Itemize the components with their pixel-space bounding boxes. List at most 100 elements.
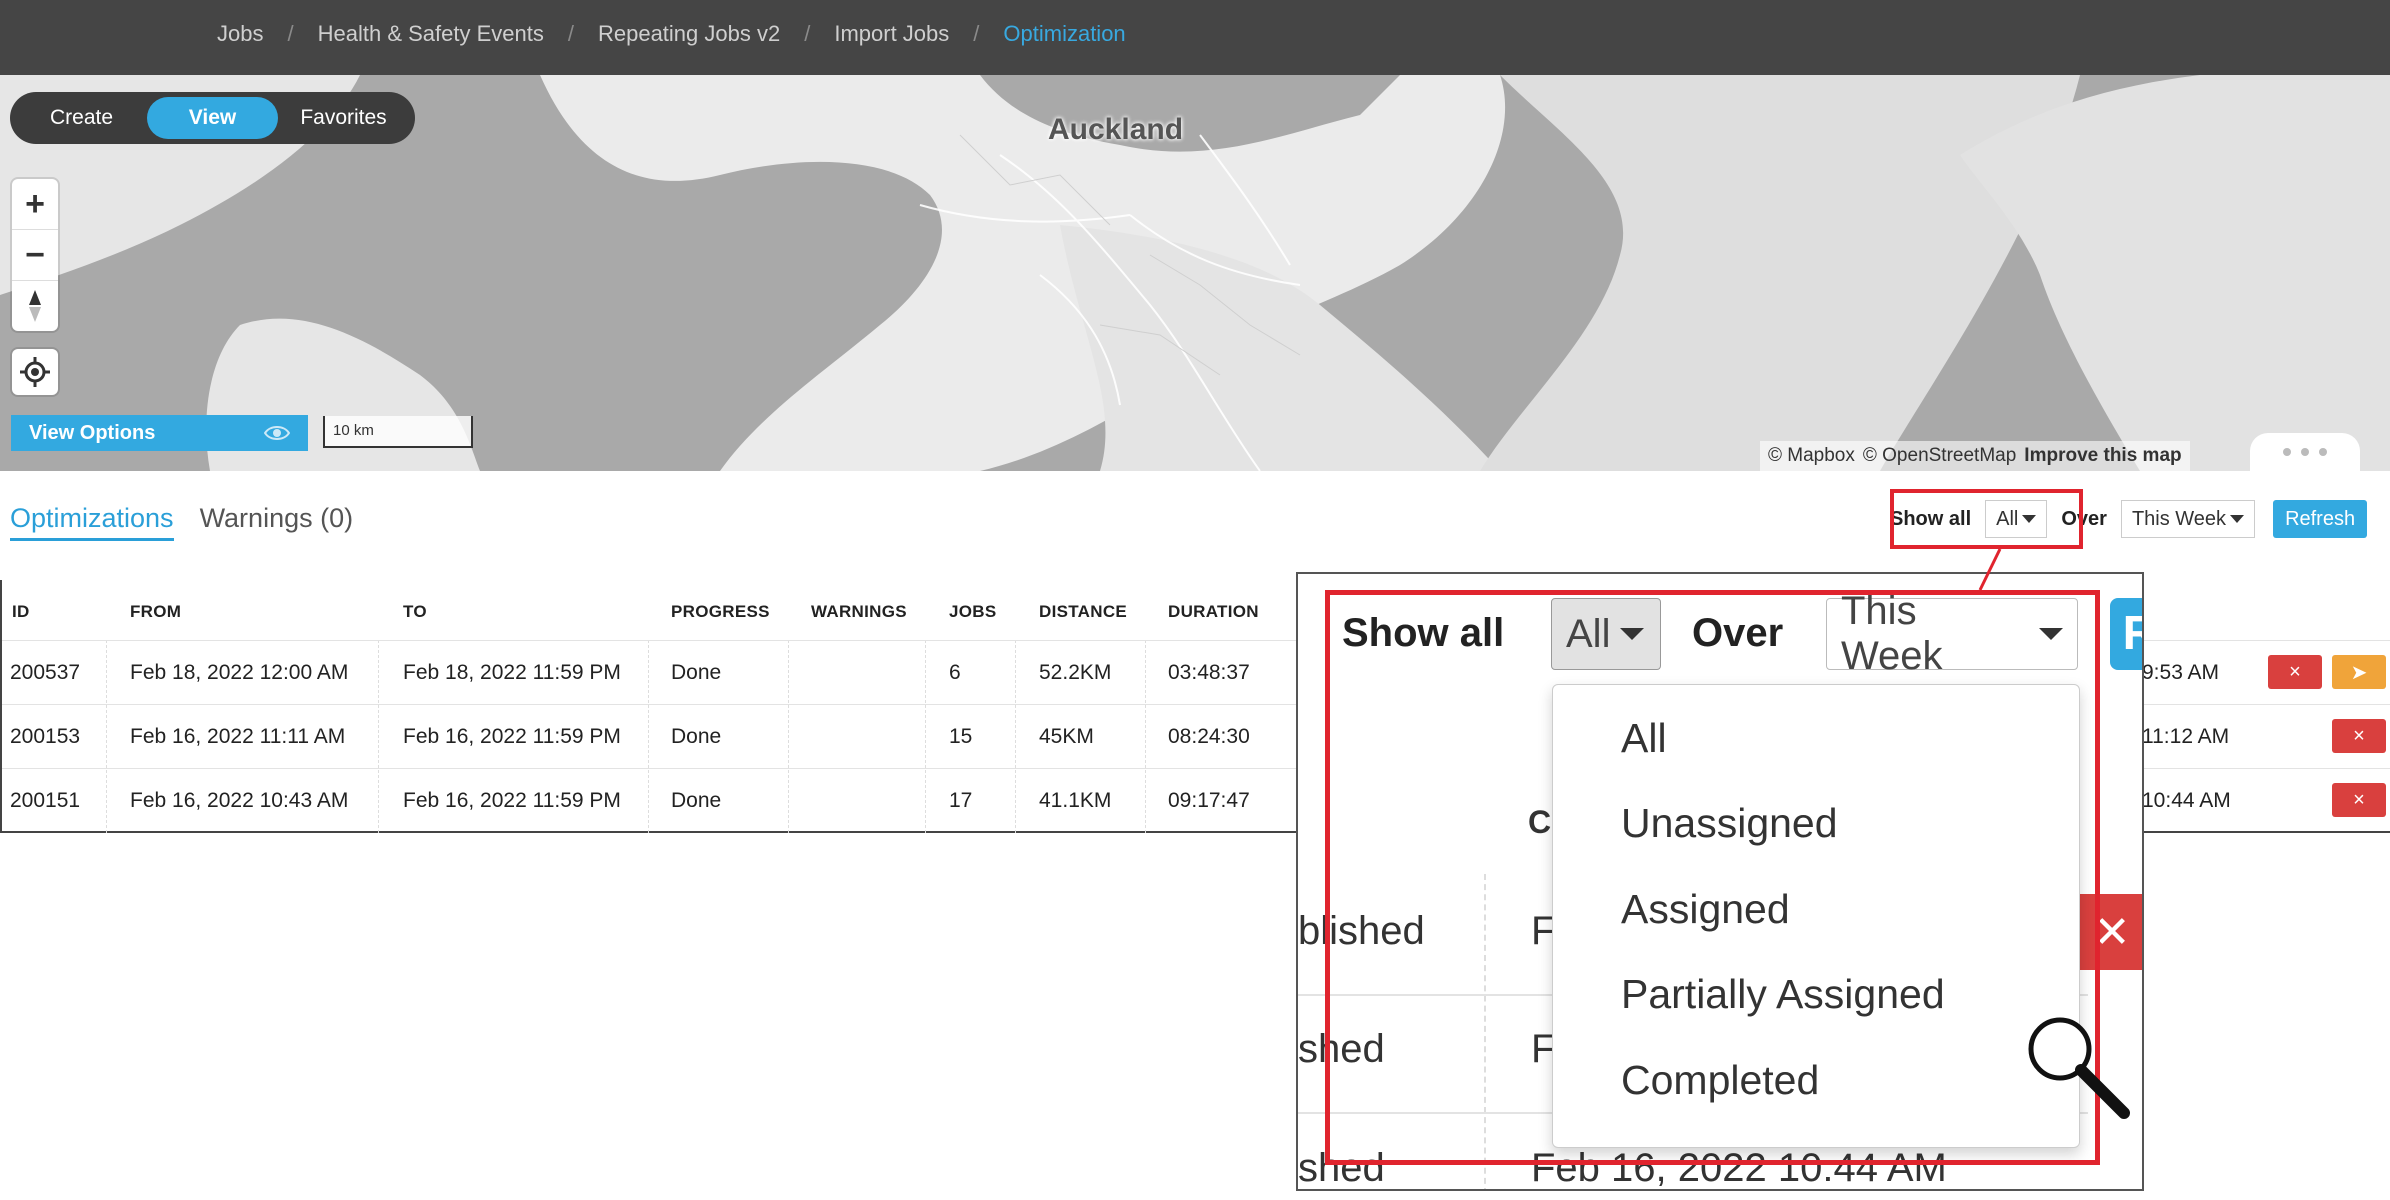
breadcrumb-optimization[interactable]: Optimization [1003, 21, 1125, 47]
dot-icon [2301, 448, 2309, 456]
caret-down-icon [1620, 628, 1645, 640]
callout-column-divider [1484, 874, 1486, 1189]
refresh-button[interactable]: Refresh [2273, 500, 2368, 538]
attribution-osm-link[interactable]: © OpenStreetMap [1863, 445, 2016, 467]
dropdown-option-completed[interactable]: Completed [1621, 1057, 1819, 1104]
callout-column-header: C [1528, 804, 1552, 840]
show-all-label: Show all [1890, 507, 1972, 530]
tab-optimizations[interactable]: Optimizations [10, 503, 174, 541]
mode-toggle: Create View Favorites [10, 92, 415, 144]
map-view[interactable]: Auckland Create View Favorites + − View … [0, 75, 2390, 471]
period-select[interactable]: This Week [2120, 500, 2256, 538]
callout-row-date: Feb 16, 2022 10:44 AM [1531, 1146, 1947, 1190]
map-zoom-controls: + − [12, 179, 58, 331]
tab-warnings[interactable]: Warnings (0) [200, 503, 354, 541]
caret-down-icon [2039, 628, 2063, 640]
breadcrumb-separator: / [973, 21, 980, 46]
breadcrumb-separator: / [567, 21, 574, 46]
geolocate-icon [20, 357, 50, 387]
column-header-from[interactable]: FROM [130, 602, 181, 622]
cell-to: Feb 16, 2022 11:59 PM [403, 725, 621, 748]
favorites-mode-button[interactable]: Favorites [278, 97, 409, 139]
callout-refresh-label: R [2110, 606, 2142, 661]
cell-created-time: 9:53 AM [2142, 661, 2220, 684]
result-tabs: Optimizations Warnings (0) [10, 503, 353, 541]
map-attribution: © Mapbox © OpenStreetMap Improve this ma… [1760, 441, 2190, 471]
callout-show-filter-value: All [1566, 611, 1611, 656]
delete-button[interactable]: × [2332, 783, 2386, 817]
publish-button[interactable]: ➤ [2332, 655, 2386, 689]
over-label: Over [2061, 507, 2107, 530]
cell-to: Feb 16, 2022 11:59 PM [403, 789, 621, 812]
breadcrumb-separator: / [804, 21, 811, 46]
cell-id: 200153 [10, 725, 81, 748]
cell-duration: 09:17:47 [1168, 789, 1250, 812]
view-options-button[interactable]: View Options [11, 415, 308, 451]
show-filter-value: All [1996, 507, 2019, 530]
compass-icon [29, 290, 41, 322]
callout-period-select[interactable]: This Week [1826, 589, 2078, 678]
dot-icon [2319, 448, 2327, 456]
zoom-in-button[interactable]: + [12, 179, 58, 230]
filter-bar: Show all All Over This Week Refresh [1890, 498, 2368, 540]
map-city-label: Auckland [1048, 113, 1184, 146]
callout-over-label: Over [1692, 611, 1784, 655]
period-value: This Week [2131, 507, 2227, 530]
cell-id: 200151 [10, 789, 81, 812]
zoom-callout: Show all All Over This Week R C blished … [1296, 572, 2144, 1191]
dropdown-option-partially-assigned[interactable]: Partially Assigned [1621, 971, 1945, 1018]
cell-jobs: 15 [949, 725, 973, 748]
cell-from: Feb 18, 2022 12:00 AM [130, 661, 349, 684]
callout-delete-button[interactable]: ✕ [2077, 894, 2142, 970]
column-header-id[interactable]: ID [12, 602, 30, 622]
show-filter-select[interactable]: All [1985, 500, 2048, 538]
breadcrumb-jobs[interactable]: Jobs [217, 21, 263, 47]
cell-from: Feb 16, 2022 10:43 AM [130, 789, 349, 812]
callout-refresh-button[interactable]: R [2110, 598, 2142, 670]
breadcrumb-health-safety-events[interactable]: Health & Safety Events [318, 21, 544, 47]
geolocate-button[interactable] [12, 349, 58, 395]
column-header-progress[interactable]: PROGRESS [671, 602, 770, 622]
map-scale: 10 km [323, 416, 473, 448]
breadcrumb-separator: / [287, 21, 294, 46]
column-header-to[interactable]: TO [403, 602, 427, 622]
cell-created-time: 11:12 AM [2142, 725, 2230, 748]
eye-icon [264, 426, 290, 440]
view-mode-button[interactable]: View [147, 97, 278, 139]
delete-button[interactable]: × [2268, 655, 2322, 689]
cell-progress: Done [671, 661, 722, 684]
dropdown-option-unassigned[interactable]: Unassigned [1621, 800, 1838, 847]
cell-duration: 08:24:30 [1168, 725, 1250, 748]
cell-progress: Done [671, 789, 722, 812]
breadcrumb-import-jobs[interactable]: Import Jobs [834, 21, 949, 47]
breadcrumb-repeating-jobs[interactable]: Repeating Jobs v2 [598, 21, 780, 47]
zoom-out-button[interactable]: − [12, 230, 58, 281]
cell-id: 200537 [10, 661, 81, 684]
attribution-mapbox-link[interactable]: © Mapbox [1768, 445, 1855, 467]
delete-button[interactable]: × [2332, 719, 2386, 753]
dot-icon [2283, 448, 2291, 456]
cell-distance: 52.2KM [1039, 661, 1112, 684]
callout-row-status: blished [1298, 909, 1425, 953]
column-header-warnings[interactable]: WARNINGS [811, 602, 907, 622]
breadcrumb: Jobs / Health & Safety Events / Repeatin… [217, 0, 1126, 68]
improve-map-link[interactable]: Improve this map [2024, 445, 2181, 467]
callout-show-all-label: Show all [1342, 611, 1505, 655]
create-mode-button[interactable]: Create [16, 97, 147, 139]
caret-down-icon [2230, 515, 2245, 523]
cell-duration: 03:48:37 [1168, 661, 1250, 684]
magnifier-icon [2028, 1017, 2130, 1119]
cell-distance: 41.1KM [1039, 789, 1112, 812]
more-options-handle[interactable] [2250, 433, 2360, 471]
top-navigation-bar: Jobs / Health & Safety Events / Repeatin… [0, 0, 2390, 75]
column-header-duration[interactable]: DURATION [1168, 602, 1259, 622]
callout-row-status: shed [1298, 1146, 1385, 1190]
show-filter-dropdown: All Unassigned Assigned Partially Assign… [1552, 684, 2080, 1148]
dropdown-option-assigned[interactable]: Assigned [1621, 886, 1790, 933]
cell-jobs: 6 [949, 661, 961, 684]
callout-show-filter-select[interactable]: All [1551, 598, 1661, 670]
compass-button[interactable] [12, 281, 58, 331]
column-header-jobs[interactable]: JOBS [949, 602, 997, 622]
dropdown-option-all[interactable]: All [1621, 715, 1667, 762]
column-header-distance[interactable]: DISTANCE [1039, 602, 1127, 622]
